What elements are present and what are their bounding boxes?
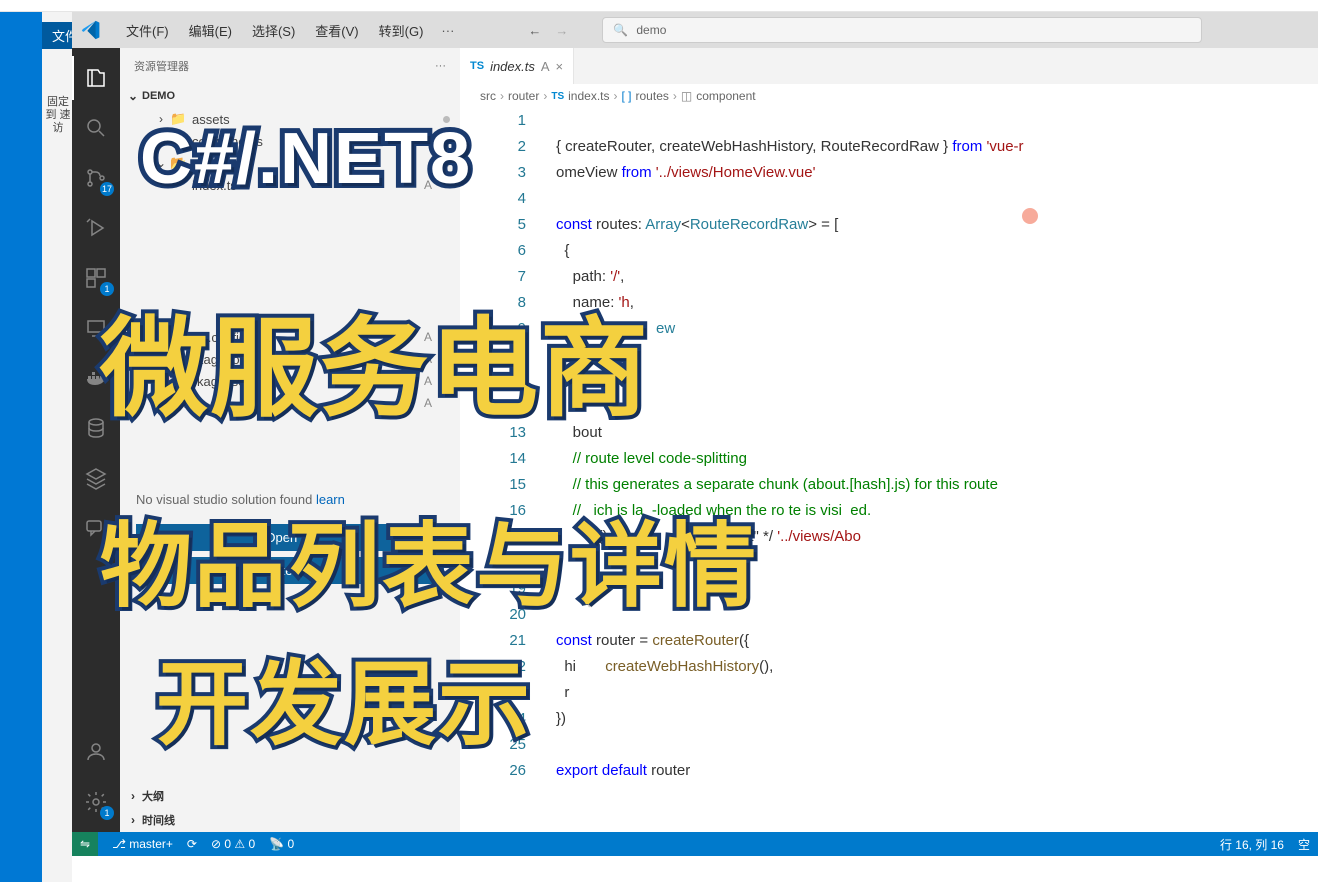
main-area: 17 1 1 资源管理器 ··· ⌄ DEMO ›📁assets [72, 48, 1318, 832]
activity-search-icon[interactable] [72, 106, 120, 150]
sidebar-header: 资源管理器 ··· [120, 48, 460, 84]
status-line[interactable]: 行 16, 列 16 [1220, 836, 1284, 853]
tree-file-md[interactable]: 📄.mdA [120, 392, 460, 414]
vscode-window: 文件(F) 编辑(E) 选择(S) 查看(V) 转到(G) ··· ← → 🔍 … [72, 12, 1318, 856]
js-file-icon: 🟡 [154, 329, 170, 345]
tree-file-pkglock[interactable]: 🟥package-lock.jsonA [120, 348, 460, 370]
menu-overflow[interactable]: ··· [441, 23, 454, 38]
windows-titlebar [0, 0, 1318, 12]
remote-indicator[interactable]: ⇋ [72, 832, 98, 856]
tree-file-pkg[interactable]: 🟥package.jsonA [120, 370, 460, 392]
nav-forward-icon[interactable]: → [555, 23, 568, 38]
activity-settings-icon[interactable]: 1 [72, 780, 120, 824]
timeline-panel[interactable]: ›时间线 [120, 808, 460, 832]
open-solution-button[interactable]: Open so [136, 524, 444, 551]
ts-icon: TS [551, 91, 564, 102]
code-body[interactable]: { createRouter, createWebHashHistory, Ro… [552, 108, 1318, 832]
quick-access-label: 固定到 速访 [44, 96, 72, 136]
scm-badge: 17 [100, 182, 114, 196]
status-problems[interactable]: ⊘ 0 ⚠ 0 [211, 837, 255, 851]
npm-file-icon: 🟥 [154, 373, 170, 389]
tree-folder-components[interactable]: ›📁components [120, 130, 460, 152]
chevron-right-icon: › [126, 789, 140, 803]
ext-badge: 1 [100, 282, 114, 296]
npm-file-icon: 🟥 [154, 351, 170, 367]
outline-panel[interactable]: ›大纲 [120, 784, 460, 808]
menubar: 文件(F) 编辑(E) 选择(S) 查看(V) 转到(G) ··· ← → 🔍 … [72, 12, 1318, 48]
ts-icon: TS [470, 60, 484, 72]
taskbar-strip [0, 12, 42, 882]
dot-icon [443, 116, 450, 123]
activity-bar: 17 1 1 [72, 48, 120, 832]
activity-remote-icon[interactable] [72, 306, 120, 350]
tree-file-index[interactable]: TSindex.tsA [120, 174, 460, 196]
chevron-down-icon: ⌄ [126, 89, 140, 103]
tab-close-icon[interactable]: × [556, 59, 564, 74]
dot-icon [443, 160, 450, 167]
activity-comments-icon[interactable] [72, 506, 120, 550]
menu-edit[interactable]: 编辑(E) [181, 17, 240, 44]
explorer-strip [42, 12, 72, 882]
create-new-button[interactable]: ate N [136, 557, 444, 584]
breadcrumb[interactable]: src› router› TSindex.ts› [ ]routes› ◫com… [460, 84, 1318, 108]
chevron-right-icon: › [126, 813, 140, 827]
activity-database-icon[interactable] [72, 406, 120, 450]
dot-icon [443, 138, 450, 145]
activity-extensions-icon[interactable]: 1 [72, 256, 120, 300]
gear-badge: 1 [100, 806, 114, 820]
activity-explorer-icon[interactable] [72, 56, 120, 100]
activity-layers-icon[interactable] [72, 456, 120, 500]
sidebar: 资源管理器 ··· ⌄ DEMO ›📁assets ›📁components ⌄… [120, 48, 460, 832]
search-icon: 🔍 [613, 23, 628, 37]
statusbar: ⇋ ⎇ master+ ⟳ ⊘ 0 ⚠ 0 📡 0 行 16, 列 16 空 [72, 832, 1318, 856]
nav-arrows: ← → [528, 23, 568, 38]
tab-mark: A [541, 59, 550, 74]
status-sync-icon[interactable]: ⟳ [187, 837, 197, 851]
error-marker-icon[interactable] [1022, 208, 1038, 224]
tree-folder-assets[interactable]: ›📁assets [120, 108, 460, 130]
menu-file[interactable]: 文件(F) [118, 17, 177, 44]
sidebar-title: 资源管理器 [134, 58, 189, 74]
folder-open-icon: 📂 [170, 155, 186, 171]
status-branch[interactable]: ⎇ master+ [112, 837, 173, 851]
activity-scm-icon[interactable]: 17 [72, 156, 120, 200]
nav-back-icon[interactable]: ← [528, 23, 541, 38]
editor-area: TS index.ts A × src› router› TSindex.ts›… [460, 48, 1318, 832]
code-editor[interactable]: 1234567891011121314151617181920212223242… [460, 108, 1318, 832]
folder-icon: 📁 [170, 133, 186, 149]
activity-debug-icon[interactable] [72, 206, 120, 250]
remote-icon: ⇋ [80, 837, 90, 851]
project-header[interactable]: ⌄ DEMO [120, 84, 460, 108]
project-name: DEMO [142, 90, 175, 102]
tab-filename: index.ts [490, 59, 535, 74]
search-text: demo [636, 23, 666, 37]
editor-tabs: TS index.ts A × [460, 48, 1318, 84]
folder-icon: 📁 [170, 111, 186, 127]
chevron-down-icon: ⌄ [154, 156, 168, 170]
menu-select[interactable]: 选择(S) [244, 17, 303, 44]
chevron-right-icon: › [154, 134, 168, 148]
tab-index-ts[interactable]: TS index.ts A × [460, 48, 574, 84]
sidebar-more-icon[interactable]: ··· [435, 60, 446, 72]
file-tree: ›📁assets ›📁components ⌄📂router TSindex.t… [120, 108, 460, 422]
menu-view[interactable]: 查看(V) [307, 17, 366, 44]
menu-go[interactable]: 转到(G) [371, 17, 432, 44]
learn-link[interactable]: learn [316, 492, 345, 507]
no-solution-text: No visual studio solution found learn [120, 482, 460, 518]
chevron-right-icon: › [154, 112, 168, 126]
status-ports[interactable]: 📡 0 [269, 837, 294, 851]
bracket-icon: [ ] [622, 89, 632, 103]
tree-folder-router[interactable]: ⌄📂router [120, 152, 460, 174]
command-search[interactable]: 🔍 demo [602, 17, 1202, 43]
status-encoding[interactable]: 空 [1298, 836, 1310, 853]
cube-icon: ◫ [681, 89, 692, 103]
ts-file-icon: TS [170, 177, 186, 193]
tree-file-babel[interactable]: 🟡babel.config.jsA [120, 326, 460, 348]
activity-account-icon[interactable] [72, 730, 120, 774]
md-file-icon: 📄 [154, 395, 170, 411]
vscode-logo-icon [80, 19, 102, 41]
gutter: 1234567891011121314151617181920212223242… [460, 108, 552, 832]
activity-docker-icon[interactable] [72, 356, 120, 400]
